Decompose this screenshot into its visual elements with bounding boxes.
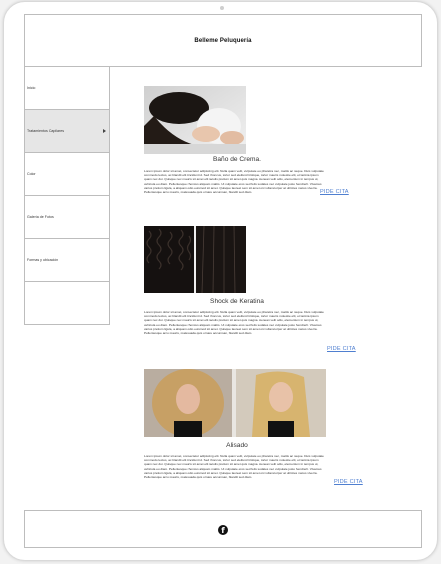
tablet-frame: Belleme Peluquería Inicio Tratamientos C… <box>3 1 438 561</box>
book-appointment-link[interactable]: PIDE CITA <box>320 189 349 195</box>
site-footer: f <box>24 510 422 548</box>
camera-dot <box>220 6 224 10</box>
chevron-right-icon <box>103 129 106 133</box>
screen: Belleme Peluquería Inicio Tratamientos C… <box>24 14 422 550</box>
sidebar-item-label: Tratamientos Capilares <box>27 129 65 133</box>
book-appointment-link[interactable]: PIDE CITA <box>334 479 363 485</box>
sidebar-item-color[interactable]: Color <box>25 153 109 196</box>
service-description: Lorem ipsum dolor sit amet, consectetur … <box>144 169 324 195</box>
keratin-before-after-photo <box>144 226 246 293</box>
hair-wash-photo <box>144 86 246 154</box>
sidebar-item-empty[interactable] <box>25 282 109 325</box>
sidebar-nav: Inicio Tratamientos Capilares Color Gale… <box>24 67 110 325</box>
service-description: Lorem ipsum dolor sit amet, consectetur … <box>144 310 324 336</box>
service-title: Shock de Keratina <box>210 298 264 305</box>
book-appointment-link[interactable]: PIDE CITA <box>327 346 356 352</box>
service-bano-de-crema: Baño de Crema. Lorem ipsum dolor sit ame… <box>144 86 364 216</box>
service-title: Baño de Crema. <box>212 156 261 163</box>
sidebar-item-label: Color <box>27 172 36 176</box>
sidebar-item-label: Inicio <box>27 86 36 90</box>
sidebar-item-label: Galería de Fotos <box>27 215 54 219</box>
straightening-before-after-photo <box>144 369 326 437</box>
facebook-icon[interactable]: f <box>218 525 228 535</box>
service-title: Alisado <box>226 442 248 449</box>
service-shock-de-keratina: Shock de Keratina Lorem ipsum dolor sit … <box>144 226 364 356</box>
service-alisado: Alisado Lorem ipsum dolor sit amet, cons… <box>144 369 364 499</box>
sidebar-item-inicio[interactable]: Inicio <box>25 67 109 110</box>
sidebar-item-label: Formas y ubicación <box>27 258 59 262</box>
site-header: Belleme Peluquería <box>24 14 422 67</box>
sidebar-item-galeria[interactable]: Galería de Fotos <box>25 196 109 239</box>
service-description: Lorem ipsum dolor sit amet, consectetur … <box>144 454 324 480</box>
sidebar-item-tratamientos[interactable]: Tratamientos Capilares <box>25 110 109 153</box>
brand-title[interactable]: Belleme Peluquería <box>194 38 251 44</box>
sidebar-item-formas[interactable]: Formas y ubicación <box>25 239 109 282</box>
